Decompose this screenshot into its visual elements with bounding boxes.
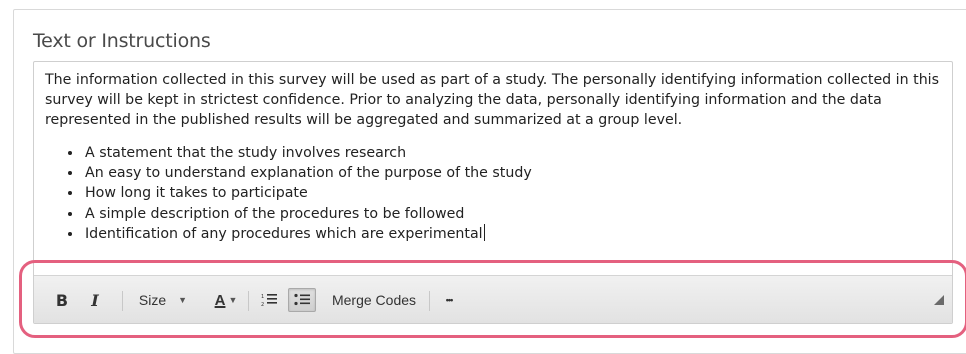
chevron-down-icon: ▼ [228, 295, 238, 305]
merge-codes-button[interactable]: Merge Codes [326, 276, 422, 323]
bold-button[interactable]: B [50, 276, 74, 323]
font-color-dropdown[interactable]: A ▼ [210, 276, 242, 323]
editor-toolbar: B I Size ▼ A ▼ 1 2 Merge Codes ••• [34, 275, 952, 323]
more-options-button[interactable]: ••• [437, 276, 461, 323]
editor-paragraph: The information collected in this survey… [45, 72, 940, 128]
toolbar-divider [122, 291, 123, 311]
list-item-text: Identification of any procedures which a… [85, 225, 483, 242]
toolbar-divider [248, 291, 249, 311]
toolbar-divider [429, 291, 430, 311]
list-item: An easy to understand explanation of the… [83, 163, 945, 183]
editor-bullet-list: A statement that the study involves rese… [45, 143, 945, 244]
list-item: Identification of any procedures which a… [83, 223, 945, 244]
svg-text:2: 2 [261, 302, 264, 307]
list-item: A statement that the study involves rese… [83, 143, 945, 163]
font-size-dropdown[interactable]: Size ▼ [134, 276, 192, 323]
italic-button[interactable]: I [84, 276, 106, 323]
list-item: How long it takes to participate [83, 183, 945, 203]
font-size-label: Size [138, 292, 167, 308]
numbered-list-icon: 1 2 [261, 294, 277, 307]
editor-content[interactable]: The information collected in this survey… [45, 70, 945, 244]
resize-handle-icon[interactable] [934, 295, 944, 305]
list-item: A simple description of the procedures t… [83, 204, 945, 224]
bulleted-list-icon [294, 293, 310, 306]
numbered-list-button[interactable]: 1 2 [257, 276, 281, 323]
section-title: Text or Instructions [33, 30, 211, 52]
text-cursor [483, 223, 485, 241]
bulleted-list-button[interactable] [288, 288, 316, 312]
rich-text-editor[interactable]: The information collected in this survey… [33, 61, 953, 324]
chevron-down-icon: ▼ [178, 295, 188, 305]
svg-text:1: 1 [261, 294, 264, 300]
font-color-icon: A [214, 291, 226, 309]
